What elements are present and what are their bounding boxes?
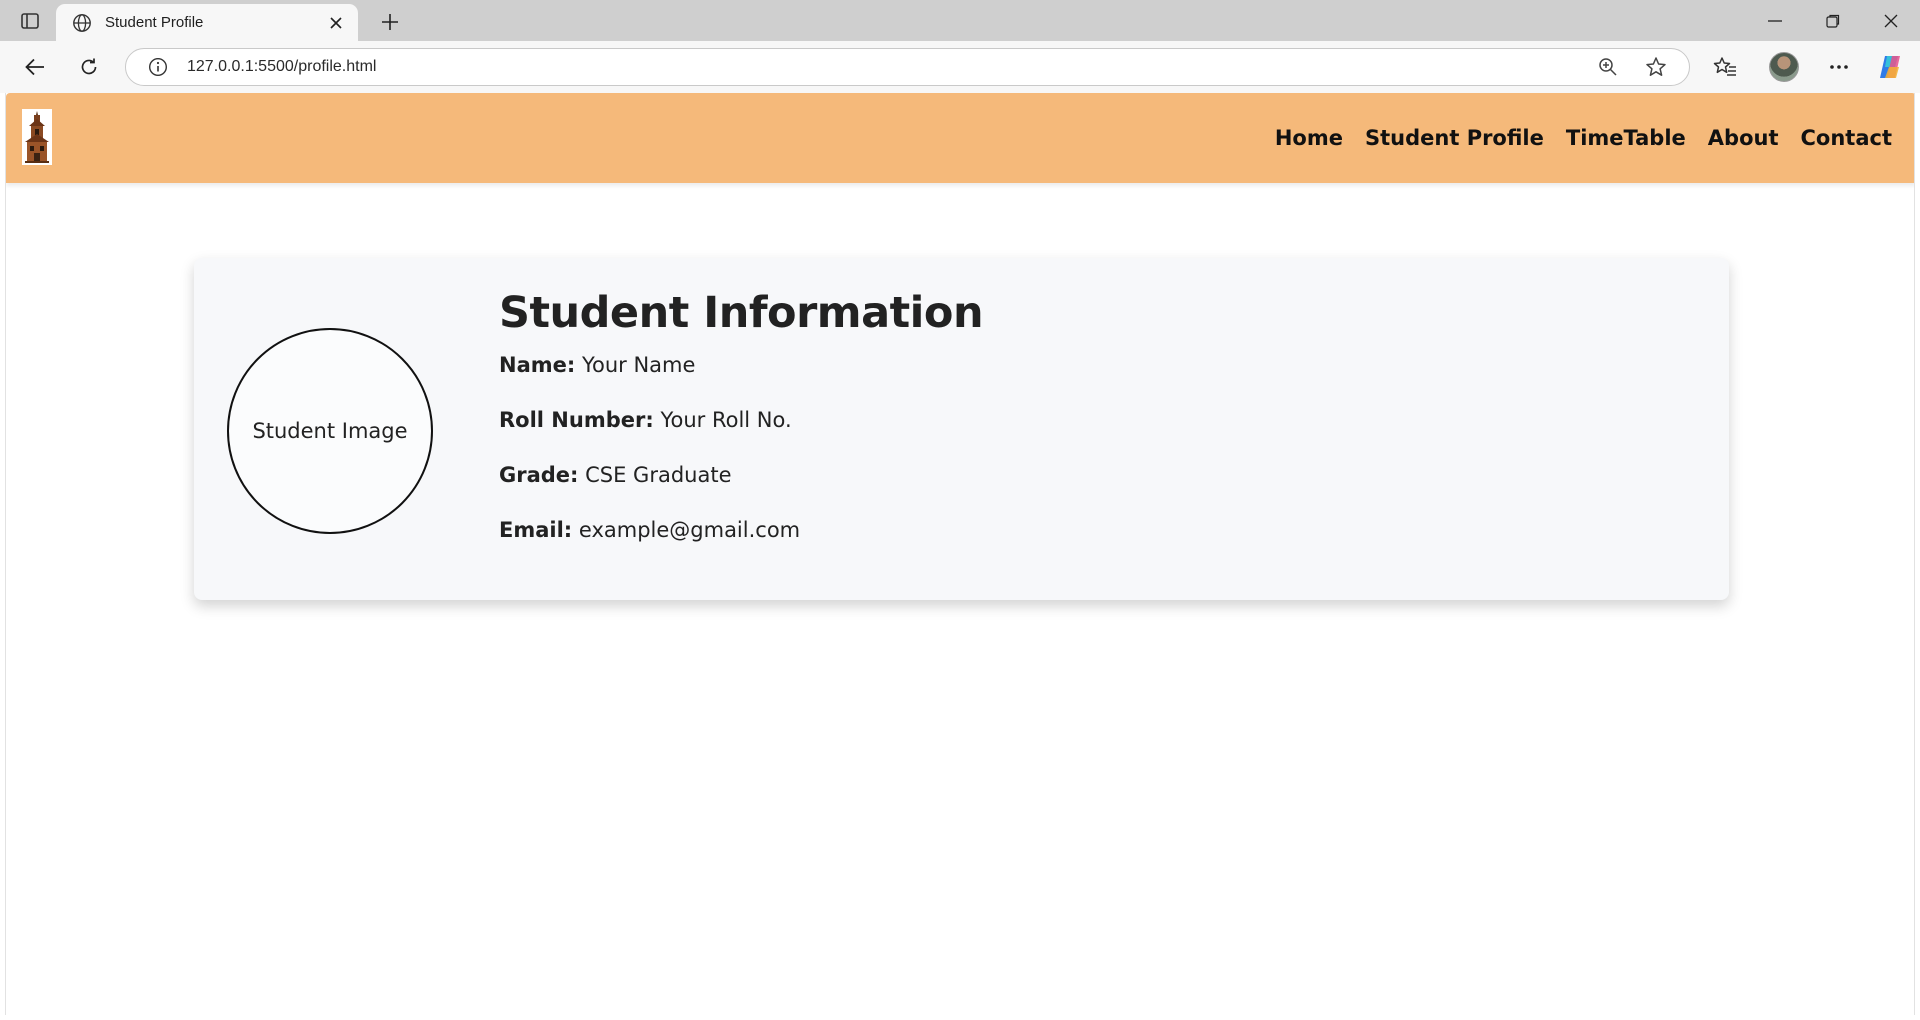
page-viewport: Home Student Profile TimeTable About Con…: [5, 93, 1915, 1015]
zoom-icon[interactable]: [1593, 52, 1623, 82]
browser-tab[interactable]: Student Profile: [56, 4, 358, 41]
student-image-placeholder: Student Image: [227, 328, 433, 534]
info-row-grade: Grade: CSE Graduate: [499, 462, 983, 517]
address-bar[interactable]: 127.0.0.1:5500/profile.html: [125, 48, 1690, 86]
back-arrow-icon[interactable]: [19, 51, 51, 83]
profile-avatar[interactable]: [1769, 52, 1799, 82]
new-tab-icon[interactable]: [376, 8, 404, 36]
field-value: example@gmail.com: [578, 518, 801, 542]
student-profile-card: Student Image Student Information Name: …: [194, 258, 1729, 600]
site-info-icon[interactable]: [146, 55, 170, 79]
page-title: Student Information: [499, 288, 984, 338]
nav-link-home[interactable]: Home: [1275, 126, 1343, 150]
favorites-icon[interactable]: [1709, 51, 1741, 83]
field-label: Grade:: [499, 463, 579, 487]
info-row-roll-number: Roll Number: Your Roll No.: [499, 407, 983, 462]
field-label: Roll Number:: [499, 408, 654, 432]
student-image-label: Student Image: [252, 419, 408, 443]
nav-links: Home Student Profile TimeTable About Con…: [1275, 93, 1892, 183]
field-value: Your Roll No.: [660, 408, 792, 432]
site-navbar: Home Student Profile TimeTable About Con…: [6, 93, 1914, 183]
minimize-icon[interactable]: [1760, 8, 1790, 34]
copilot-icon[interactable]: [1876, 53, 1904, 81]
refresh-icon[interactable]: [73, 51, 105, 83]
student-info: Student Information Name: Your Name Roll…: [499, 288, 984, 572]
nav-link-student-profile[interactable]: Student Profile: [1365, 126, 1544, 150]
field-label: Email:: [499, 518, 573, 542]
nav-link-about[interactable]: About: [1708, 126, 1779, 150]
tab-title: Student Profile: [105, 14, 204, 31]
close-window-icon[interactable]: [1876, 8, 1906, 34]
field-label: Name:: [499, 353, 576, 377]
info-row-name: Name: Your Name: [499, 352, 983, 407]
browser-tab-strip: Student Profile: [0, 0, 1920, 41]
browser-toolbar: 127.0.0.1:5500/profile.html: [0, 41, 1920, 93]
globe-icon: [71, 12, 93, 34]
close-tab-icon[interactable]: [326, 13, 346, 33]
nav-link-contact[interactable]: Contact: [1801, 126, 1893, 150]
star-icon[interactable]: [1641, 52, 1671, 82]
sidebar-toggle-icon[interactable]: [18, 10, 42, 32]
field-value: Your Name: [581, 353, 696, 377]
url-text[interactable]: 127.0.0.1:5500/profile.html: [187, 58, 1593, 76]
nav-link-timetable[interactable]: TimeTable: [1566, 126, 1686, 150]
info-row-email: Email: example@gmail.com: [499, 517, 983, 572]
restore-icon[interactable]: [1818, 8, 1848, 34]
more-options-icon[interactable]: [1823, 51, 1855, 83]
school-building-icon[interactable]: [22, 109, 52, 165]
field-value: CSE Graduate: [585, 463, 732, 487]
